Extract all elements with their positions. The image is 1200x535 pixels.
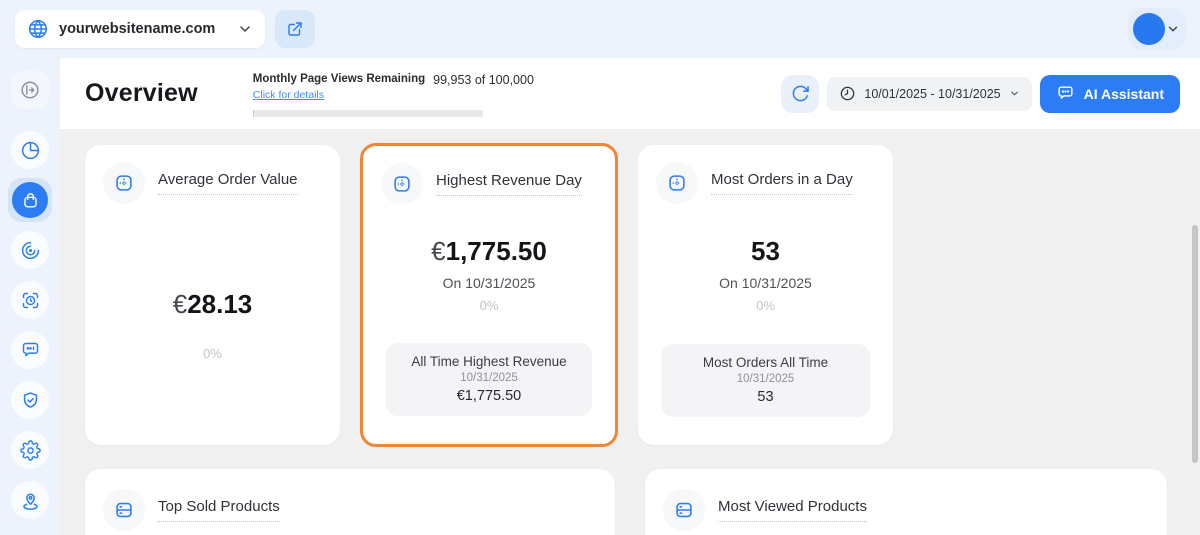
top-sold-products-card: Top Sold Products	[85, 469, 615, 535]
date-range-text: 10/01/2025 - 10/31/2025	[864, 87, 1000, 101]
quota-details-link[interactable]: Click for details	[253, 89, 324, 101]
avatar	[1133, 13, 1165, 45]
card-percent: 0%	[480, 298, 499, 313]
website-selector[interactable]: yourwebsitename.com	[15, 10, 265, 48]
sidebar-item-security[interactable]	[11, 381, 49, 419]
page-views-quota: Monthly Page Views Remaining 99,953 of 1…	[253, 71, 534, 117]
alltime-label: All Time Highest Revenue	[392, 354, 586, 369]
gear-icon	[20, 440, 41, 461]
card-value: €1,775.50	[431, 236, 547, 267]
card-title[interactable]: Highest Revenue Day	[436, 172, 582, 196]
all-time-highest-revenue-box: All Time Highest Revenue 10/31/2025 €1,7…	[386, 343, 592, 416]
quota-label: Monthly Page Views Remaining	[253, 73, 425, 85]
sidebar-item-locations[interactable]	[11, 481, 49, 519]
page-title: Overview	[85, 79, 198, 108]
sidebar-item-analytics[interactable]	[11, 131, 49, 169]
top-bar: yourwebsitename.com	[0, 0, 1200, 58]
most-orders-all-time-box: Most Orders All Time 10/31/2025 53	[661, 344, 870, 417]
sidebar-item-focus[interactable]	[11, 281, 49, 319]
ripple-icon	[20, 240, 41, 261]
most-viewed-products-card: Most Viewed Products	[645, 469, 1167, 535]
sidebar-toggle-button[interactable]	[11, 71, 49, 109]
alltime-label: Most Orders All Time	[667, 355, 864, 370]
open-website-button[interactable]	[275, 10, 315, 48]
database-icon	[663, 489, 705, 531]
card-date: On 10/31/2025	[719, 275, 812, 291]
external-link-icon	[286, 20, 304, 38]
expand-sidebar-icon	[19, 79, 41, 101]
sidebar-item-activity[interactable]	[11, 231, 49, 269]
chevron-down-icon	[1009, 88, 1020, 99]
shield-check-icon	[20, 390, 41, 411]
quota-progress-fill	[253, 110, 254, 117]
shopping-bag-icon	[12, 182, 48, 218]
card-title[interactable]: Top Sold Products	[158, 498, 280, 522]
chevron-down-icon	[237, 21, 253, 37]
date-range-picker[interactable]: 10/01/2025 - 10/31/2025	[827, 77, 1031, 111]
card-title[interactable]: Most Viewed Products	[718, 498, 867, 522]
quota-progress-bar	[253, 110, 483, 117]
refresh-icon	[791, 84, 810, 103]
sidebar-item-chat[interactable]	[11, 331, 49, 369]
stat-card-average-order-value: Average Order Value €28.13 0%	[85, 145, 340, 445]
pie-chart-icon	[20, 140, 41, 161]
card-value: €28.13	[173, 289, 253, 320]
card-percent: 0%	[203, 346, 222, 361]
alltime-date: 10/31/2025	[392, 372, 586, 384]
ai-assistant-label: AI Assistant	[1084, 86, 1164, 102]
card-title[interactable]: Most Orders in a Day	[711, 171, 853, 195]
calculator-icon	[103, 162, 145, 204]
card-percent: 0%	[756, 298, 775, 313]
sidebar-item-settings[interactable]	[11, 431, 49, 469]
globe-icon	[27, 18, 49, 40]
sidebar	[0, 58, 60, 535]
scan-target-icon	[20, 290, 41, 311]
ai-assistant-button[interactable]: AI Assistant	[1040, 75, 1180, 113]
card-title[interactable]: Average Order Value	[158, 171, 298, 195]
chevron-down-icon	[1166, 22, 1180, 36]
database-icon	[103, 489, 145, 531]
map-pin-icon	[20, 490, 41, 511]
alltime-date: 10/31/2025	[667, 373, 864, 385]
website-name: yourwebsitename.com	[59, 21, 237, 37]
chat-bubble-icon	[20, 340, 41, 361]
account-menu[interactable]	[1128, 8, 1186, 50]
card-date: On 10/31/2025	[443, 275, 536, 291]
stat-card-highest-revenue-day: Highest Revenue Day €1,775.50 On 10/31/2…	[360, 143, 618, 447]
scrollbar-thumb[interactable]	[1192, 225, 1198, 463]
calculator-icon	[381, 163, 423, 205]
calculator-icon	[656, 162, 698, 204]
alltime-value: 53	[667, 389, 864, 405]
refresh-button[interactable]	[781, 75, 819, 113]
clock-icon	[839, 85, 856, 102]
page-header: Overview Monthly Page Views Remaining 99…	[60, 58, 1200, 130]
dashboard-content: Average Order Value €28.13 0%	[60, 130, 1200, 535]
card-value: 53	[751, 236, 780, 267]
sidebar-item-orders[interactable]	[8, 178, 52, 222]
quota-value: 99,953 of 100,000	[433, 73, 534, 87]
alltime-value: €1,775.50	[392, 388, 586, 404]
ai-chat-icon	[1056, 84, 1075, 103]
stat-card-most-orders-in-a-day: Most Orders in a Day 53 On 10/31/2025 0%…	[638, 145, 893, 445]
